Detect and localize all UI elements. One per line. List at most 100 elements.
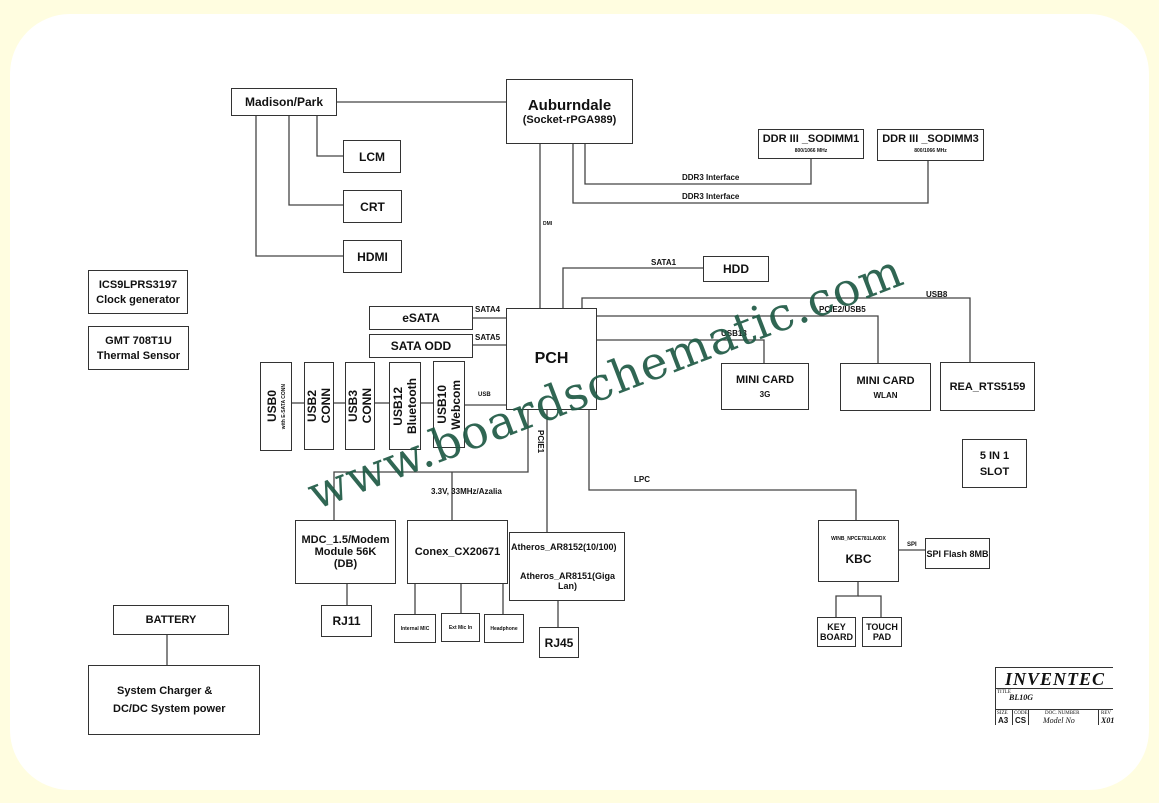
spi-label: SPI xyxy=(907,542,917,548)
gpu-label: Madison/Park xyxy=(244,95,324,109)
keyboard-line2: BOARD xyxy=(820,632,853,642)
slot-line2: SLOT xyxy=(979,465,1010,478)
modem-line3: (DB) xyxy=(333,558,358,570)
modem-line2: Module 56K xyxy=(314,546,377,558)
hdmi-label: HDMI xyxy=(357,249,388,264)
rj11-box: RJ11 xyxy=(321,605,372,637)
size-value: A3 xyxy=(998,716,1009,725)
minicard-3g-sub: 3G xyxy=(759,390,771,399)
clock-chip-label: ICS9LPRS3197 xyxy=(98,278,178,291)
esata-label: eSATA xyxy=(402,311,440,325)
rj45-box: RJ45 xyxy=(539,627,579,658)
wire-ddr3 xyxy=(572,144,929,204)
hdd-box: HDD xyxy=(703,256,769,282)
minicard-wlan-sub: WLAN xyxy=(873,390,898,400)
clock-desc-label: Clock generator xyxy=(96,293,180,306)
thermal-chip-label: GMT 708T1U xyxy=(105,334,172,347)
sodimm1-box: DDR III _SODIMM1 800/1066 MHz xyxy=(758,129,864,159)
slot-box: 5 IN 1 SLOT xyxy=(962,439,1027,488)
codec-label: Conex_CX20671 xyxy=(414,546,501,558)
rj45-label: RJ45 xyxy=(544,635,574,650)
minicard-wlan-label: MINI CARD xyxy=(856,374,915,387)
card-reader-label: REA_RTS5159 xyxy=(949,380,1026,393)
wire-hdmi xyxy=(255,116,344,257)
wire-kb xyxy=(835,582,859,617)
azalia-label: 3.3V, 33MHz/Azalia xyxy=(431,487,502,496)
dmi-label: DMI xyxy=(543,221,553,227)
rj11-label: RJ11 xyxy=(332,614,361,628)
wire-sata1 xyxy=(562,267,703,308)
touchpad-line2: PAD xyxy=(872,632,892,642)
spi-flash-box: SPI Flash 8MB xyxy=(925,538,990,569)
thermal-desc-label: Thermal Sensor xyxy=(96,349,181,362)
doc-number-value: Model No xyxy=(1043,716,1075,725)
cpu-box: Auburndale (Socket-rPGA989) xyxy=(506,79,633,144)
charger-line1: System Charger & xyxy=(117,685,213,697)
usb12-label: USB12 xyxy=(391,386,405,426)
crt-box: CRT xyxy=(343,190,402,223)
sata1-label: SATA1 xyxy=(651,258,677,267)
model-title: BL10G xyxy=(1009,693,1033,702)
sodimm3-label: DDR III _SODIMM3 xyxy=(882,133,979,145)
kbc-chip-label: WINB_NPCE781LA0DX xyxy=(831,536,886,542)
usb3-desc: CONN xyxy=(360,388,374,424)
usb2-label: USB2 xyxy=(305,389,319,422)
lcm-label: LCM xyxy=(359,149,385,164)
lcm-box: LCM xyxy=(343,140,401,173)
wire-tp xyxy=(858,595,882,617)
touchpad-box: TOUCH PAD xyxy=(862,617,902,647)
sodimm3-box: DDR III _SODIMM3 800/1066 MHz xyxy=(877,129,984,161)
modem-box: MDC_1.5/Modem Module 56K (DB) xyxy=(295,520,396,584)
usb8-label: USB8 xyxy=(926,290,948,299)
codec-box: Conex_CX20671 xyxy=(407,520,508,584)
usb0-desc: with E-SATA CONN xyxy=(281,383,287,430)
card-reader-box: REA_RTS5159 xyxy=(940,362,1035,411)
code-value: CS xyxy=(1015,716,1027,725)
ddr3-bus-label: DDR3 Interface xyxy=(682,192,740,201)
internal-mic-label: Internal MIC xyxy=(400,625,430,632)
lpc-label: LPC xyxy=(634,475,650,484)
rev-value: X01 xyxy=(1101,716,1115,725)
ext-mic-box: Ext Mic In xyxy=(441,613,480,642)
minicard-3g-box: MINI CARD 3G xyxy=(721,363,809,410)
usb2-box: USB2 CONN xyxy=(304,362,334,450)
usb3-box: USB3 CONN xyxy=(345,362,375,450)
pch-label: PCH xyxy=(534,350,569,367)
sata-odd-box: SATA ODD xyxy=(369,334,473,358)
ddr1-bus-label: DDR3 Interface xyxy=(682,173,740,182)
headphone-box: Headphone xyxy=(484,614,524,643)
title-block: INVENTEC TITLE BL10G SIZE A3 CODE CS DOC… xyxy=(995,667,1115,725)
keyboard-line1: KEY xyxy=(827,622,846,632)
battery-label: BATTERY xyxy=(145,614,197,626)
usb2-desc: CONN xyxy=(319,388,333,424)
sodimm1-label: DDR III _SODIMM1 xyxy=(762,133,860,145)
minicard-wlan-box: MINI CARD WLAN xyxy=(840,363,931,411)
charger-box: System Charger & DC/DC System power xyxy=(88,665,260,735)
sata5-label: SATA5 xyxy=(475,333,501,342)
keyboard-box: KEY BOARD xyxy=(817,617,856,647)
kbc-label: KBC xyxy=(845,552,872,566)
company-name: INVENTEC xyxy=(1005,669,1106,689)
wire-lcm xyxy=(316,116,344,157)
clock-box: ICS9LPRS3197 Clock generator xyxy=(88,270,188,314)
sodimm1-speed: 800/1066 MHz xyxy=(794,148,828,154)
lan-line1: Atheros_AR8152(10/100) xyxy=(511,542,617,553)
spi-flash-label: SPI Flash 8MB xyxy=(926,548,989,559)
hdmi-box: HDMI xyxy=(343,240,402,273)
kbc-box: WINB_NPCE781LA0DX KBC xyxy=(818,520,899,582)
hdd-label: HDD xyxy=(723,262,749,276)
sata4-label: SATA4 xyxy=(475,305,501,314)
lan-line2: Atheros_AR8151(Giga Lan) xyxy=(519,570,616,591)
slot-line1: 5 IN 1 xyxy=(979,449,1010,462)
usb0-box: USB0 with E-SATA CONN xyxy=(260,362,292,451)
battery-box: BATTERY xyxy=(113,605,229,635)
wire-lpc xyxy=(588,410,857,520)
sata-odd-label: SATA ODD xyxy=(390,339,452,353)
cpu-socket-label: (Socket-rPGA989) xyxy=(522,114,617,126)
crt-label: CRT xyxy=(360,199,385,214)
modem-line1: MDC_1.5/Modem xyxy=(301,534,390,546)
headphone-label: Headphone xyxy=(490,625,518,632)
minicard-3g-label: MINI CARD xyxy=(735,374,795,386)
ext-mic-label: Ext Mic In xyxy=(448,624,473,631)
gpu-box: Madison/Park xyxy=(231,88,337,116)
